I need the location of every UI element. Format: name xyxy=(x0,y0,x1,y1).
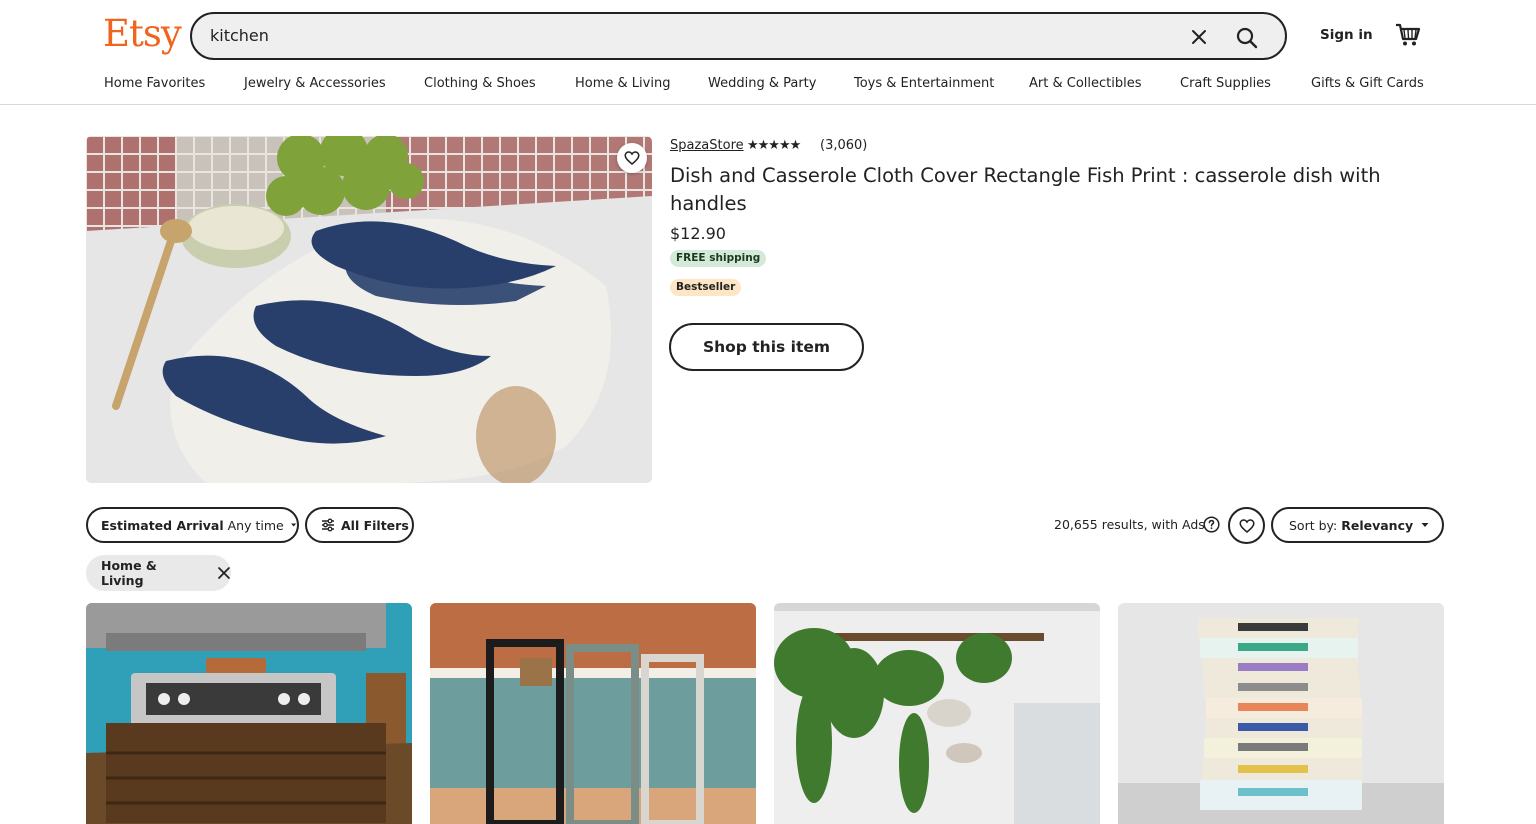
featured-product-image[interactable] xyxy=(86,136,652,483)
all-filters-label: All Filters xyxy=(341,517,409,533)
close-icon xyxy=(1192,30,1206,44)
chip-label: Home & Living xyxy=(101,558,157,588)
etsy-logo[interactable]: Etsy xyxy=(103,12,182,56)
save-search-button[interactable] xyxy=(1228,507,1265,544)
star-rating: ★★★★★ xyxy=(747,138,801,153)
featured-product-title[interactable]: Dish and Casserole Cloth Cover Rectangle… xyxy=(670,162,1430,218)
sort-value: Relevancy xyxy=(1341,517,1414,533)
shop-this-item-button[interactable]: Shop this item xyxy=(669,323,864,371)
caret-down-icon xyxy=(1421,523,1429,527)
site-header: Etsy Sign in Home Favorites Jewelry & Ac… xyxy=(0,0,1536,105)
listing-image-kitchen-helper-tower[interactable] xyxy=(430,603,756,824)
listing-image-hanging-plants[interactable] xyxy=(774,603,1100,824)
estimated-arrival-dropdown[interactable]: Estimated Arrival Any time xyxy=(86,507,299,543)
hanging-plant-rack-photo xyxy=(774,603,1100,824)
caret-down-icon xyxy=(290,523,296,527)
clear-search-button[interactable] xyxy=(1185,23,1213,51)
nav-home-living[interactable]: Home & Living xyxy=(575,75,670,93)
free-shipping-badge: FREE shipping xyxy=(670,250,767,267)
listing-image-stove-cover[interactable] xyxy=(86,603,412,824)
nav-art-collectibles[interactable]: Art & Collectibles xyxy=(1029,75,1141,93)
heart-icon xyxy=(1238,518,1255,533)
shopping-cart-icon xyxy=(1396,23,1421,46)
sort-dropdown[interactable]: Sort by: Relevancy xyxy=(1271,507,1444,543)
filter-sliders-icon xyxy=(322,518,334,532)
featured-price: $12.90 xyxy=(670,224,726,243)
nav-wedding-party[interactable]: Wedding & Party xyxy=(708,75,816,93)
nav-jewelry-accessories[interactable]: Jewelry & Accessories xyxy=(244,75,386,93)
nav-gifts-gift-cards[interactable]: Gifts & Gift Cards xyxy=(1311,75,1424,93)
fish-print-casserole-cover-photo xyxy=(86,136,652,483)
stove-top-cover-photo xyxy=(86,603,412,824)
listing-image-towel-stack[interactable] xyxy=(1118,603,1444,824)
question-circle-icon[interactable] xyxy=(1203,516,1220,533)
nav-clothing-shoes[interactable]: Clothing & Shoes xyxy=(424,75,536,93)
nav-craft-supplies[interactable]: Craft Supplies xyxy=(1180,75,1271,93)
close-icon[interactable] xyxy=(217,566,231,580)
favorite-featured-button[interactable] xyxy=(617,143,647,173)
sign-in-link[interactable]: Sign in xyxy=(1320,26,1373,44)
all-filters-button[interactable]: All Filters xyxy=(305,507,414,543)
search-button[interactable] xyxy=(1228,19,1266,57)
stacked-towels-photo xyxy=(1118,603,1444,824)
search-bar[interactable] xyxy=(190,12,1287,60)
results-count: 20,655 results, with Ads xyxy=(1054,517,1205,532)
shop-name-link[interactable]: SpazaStore xyxy=(670,138,744,154)
learning-tower-photo xyxy=(430,603,756,824)
review-count: (3,060) xyxy=(820,138,868,153)
bestseller-badge: Bestseller xyxy=(670,279,742,296)
heart-icon xyxy=(624,151,640,165)
nav-home-favorites[interactable]: Home Favorites xyxy=(104,75,205,93)
cart-button[interactable] xyxy=(1394,21,1422,49)
search-icon xyxy=(1236,27,1258,49)
search-input[interactable] xyxy=(210,26,1110,46)
arrival-label: Estimated Arrival xyxy=(101,517,224,533)
active-filter-chip[interactable]: Home & Living xyxy=(86,555,231,591)
nav-toys-entertainment[interactable]: Toys & Entertainment xyxy=(854,75,994,93)
sort-label: Sort by: xyxy=(1289,517,1338,533)
arrival-value: Any time xyxy=(227,517,284,533)
